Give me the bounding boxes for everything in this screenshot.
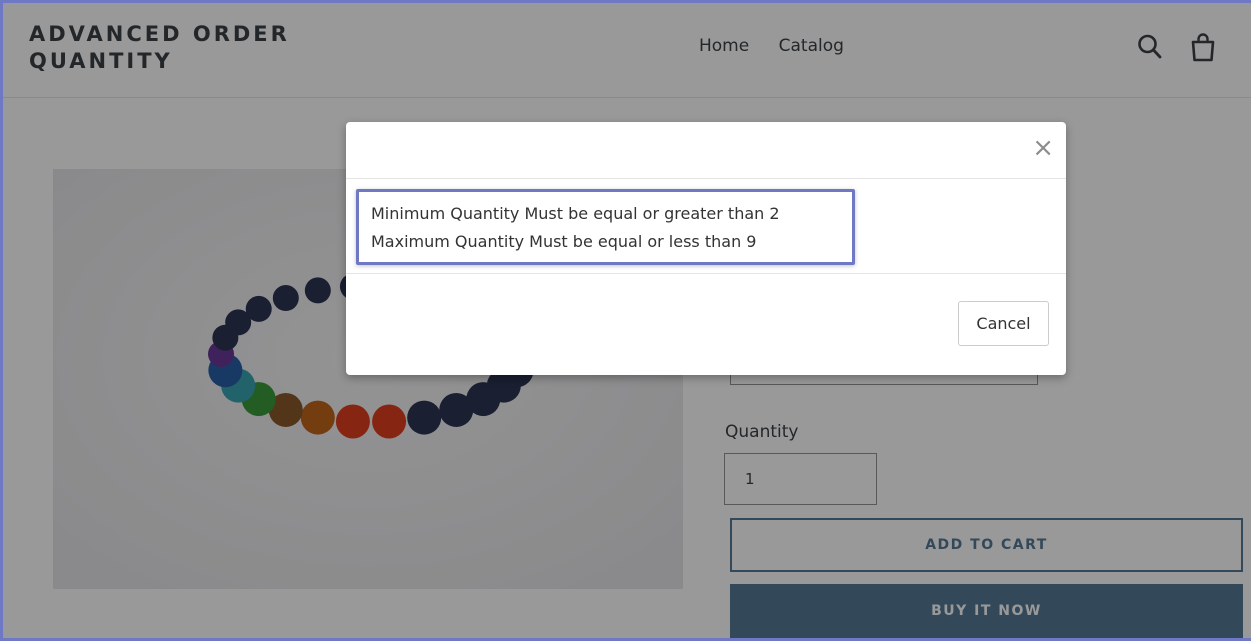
screenshot-frame: ADVANCED ORDER QUANTITY Home Catalog Qua… [0, 0, 1251, 641]
error-message-box: Minimum Quantity Must be equal or greate… [356, 189, 855, 265]
quantity-error-modal: × Minimum Quantity Must be equal or grea… [346, 122, 1066, 375]
modal-body: Minimum Quantity Must be equal or greate… [346, 179, 1066, 274]
close-icon[interactable]: × [1032, 133, 1054, 163]
max-quantity-message: Maximum Quantity Must be equal or less t… [371, 232, 757, 251]
modal-footer: Cancel [346, 274, 1066, 375]
min-quantity-message: Minimum Quantity Must be equal or greate… [371, 204, 780, 223]
cancel-button[interactable]: Cancel [958, 301, 1049, 346]
modal-header: × [346, 122, 1066, 179]
